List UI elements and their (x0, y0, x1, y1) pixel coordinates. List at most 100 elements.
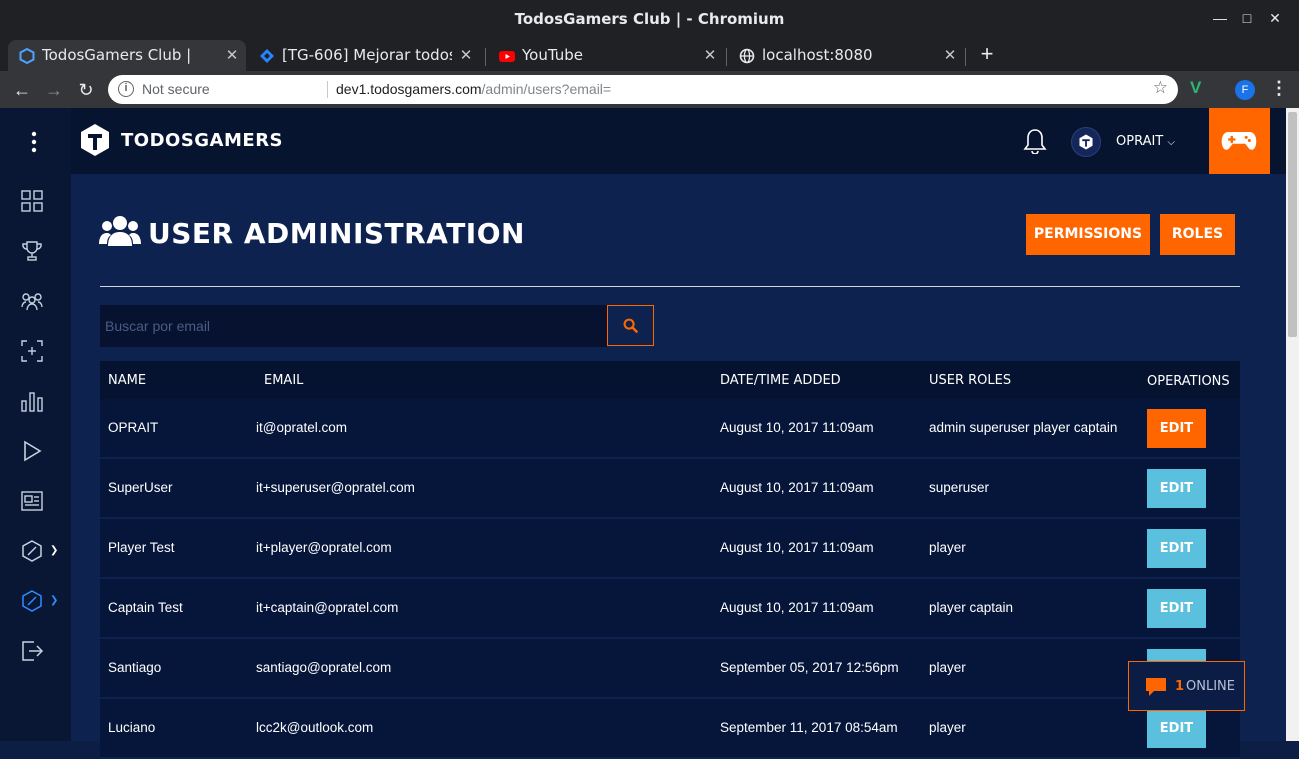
online-users-widget[interactable]: 1 ONLINE (1128, 661, 1245, 711)
main-content: USER ADMINISTRATION PERMISSIONS ROLES NA… (71, 174, 1286, 759)
chevron-down-icon: ⌵ (1167, 137, 1175, 148)
game-controller-button[interactable] (1209, 108, 1270, 174)
minimize-button[interactable]: — (1210, 8, 1230, 28)
user-roles: player (929, 720, 966, 735)
logout-icon[interactable] (20, 639, 46, 665)
close-tab-icon[interactable]: ✕ (942, 40, 958, 71)
close-window-button[interactable]: ✕ (1265, 8, 1285, 28)
chevron-down-icon[interactable]: ❯ (50, 545, 58, 556)
user-date-added: August 10, 2017 11:09am (720, 420, 874, 435)
tab-separator (726, 48, 727, 66)
close-tab-icon[interactable]: ✕ (702, 40, 718, 71)
user-roles: admin superuser player captain (929, 420, 1118, 435)
admin-tool-active-icon[interactable] (20, 589, 46, 615)
search-button[interactable] (607, 305, 654, 346)
stats-bars-icon[interactable] (20, 389, 46, 415)
user-name: Santiago (108, 660, 162, 675)
email-search-input[interactable] (100, 305, 607, 347)
user-date-added: August 10, 2017 11:09am (720, 540, 874, 555)
forward-button[interactable]: → (43, 79, 65, 101)
bookmark-star-icon[interactable]: ☆ (1153, 78, 1168, 98)
column-header-email: EMAIL (264, 373, 304, 388)
url-host: dev1.todosgamers.com (336, 81, 482, 97)
tab-label: localhost:8080 (762, 46, 873, 64)
profile-avatar[interactable]: F (1235, 80, 1255, 100)
edit-button[interactable]: EDIT (1147, 589, 1206, 628)
user-date-added: September 05, 2017 12:56pm (720, 660, 899, 675)
column-header-date: DATE/TIME ADDED (720, 373, 841, 388)
edit-button[interactable]: EDIT (1147, 709, 1206, 748)
user-date-added: September 11, 2017 08:54am (720, 720, 898, 735)
menu-dots-icon[interactable] (22, 130, 48, 156)
online-count: 1 (1175, 679, 1185, 694)
reload-button[interactable]: ↻ (75, 79, 97, 101)
user-email: it+player@opratel.com (256, 540, 392, 555)
title-divider (100, 286, 1240, 287)
user-name: Luciano (108, 720, 156, 735)
roles-button[interactable]: ROLES (1160, 214, 1235, 255)
tab-youtube[interactable]: YouTube ✕ (488, 40, 724, 71)
user-roles: superuser (929, 480, 990, 495)
user-roles: player (929, 660, 966, 675)
notifications-bell-icon[interactable] (1023, 128, 1047, 154)
tab-jira[interactable]: [TG-606] Mejorar todos los ✕ (248, 40, 480, 71)
scrollbar-thumb[interactable] (1288, 112, 1297, 337)
dashboard-grid-icon[interactable] (20, 189, 46, 215)
close-tab-icon[interactable]: ✕ (458, 40, 474, 71)
user-menu[interactable]: OPRAIT ⌵ (1116, 134, 1175, 149)
edit-button[interactable]: EDIT (1147, 409, 1206, 448)
tab-strip: TodosGamers Club | ✕ [TG-606] Mejorar to… (0, 37, 1299, 71)
page-title: USER ADMINISTRATION (148, 217, 525, 250)
add-frame-icon[interactable] (20, 339, 46, 365)
news-icon[interactable] (20, 489, 46, 515)
browser-toolbar: ← → ↻ i Not secure dev1.todosgamers.com/… (0, 71, 1299, 108)
todosgamers-favicon (19, 48, 35, 64)
app-header: TODOSGAMERS OPRAIT ⌵ (71, 108, 1286, 174)
users-icon (99, 216, 141, 246)
user-name: OPRAIT (108, 420, 159, 435)
user-name: SuperUser (108, 480, 173, 495)
tab-label: [TG-606] Mejorar todos los (282, 46, 452, 64)
column-header-roles: USER ROLES (929, 373, 1012, 388)
user-email: lcc2k@outlook.com (256, 720, 374, 735)
close-tab-icon[interactable]: ✕ (224, 40, 240, 71)
tab-separator (485, 48, 486, 66)
youtube-favicon (499, 51, 515, 62)
admin-tool-icon[interactable] (20, 539, 46, 565)
tab-localhost[interactable]: localhost:8080 ✕ (728, 40, 964, 71)
vue-devtools-extension-icon[interactable]: V (1190, 78, 1201, 98)
user-roles: player (929, 540, 966, 555)
chevron-down-icon[interactable]: ❯ (50, 595, 58, 606)
user-avatar[interactable] (1071, 127, 1101, 157)
brand-name[interactable]: TODOSGAMERS (121, 130, 283, 151)
table-row: Santiago santiago@opratel.com September … (100, 639, 1240, 699)
user-email: santiago@opratel.com (256, 660, 392, 675)
play-icon[interactable] (20, 439, 46, 465)
url-text: dev1.todosgamers.com/admin/users?email= (336, 81, 611, 97)
trophy-icon[interactable] (20, 239, 46, 265)
table-row: Luciano lcc2k@outlook.com September 11, … (100, 699, 1240, 759)
search-icon (623, 318, 638, 333)
tab-todosgamers[interactable]: TodosGamers Club | ✕ (8, 40, 246, 71)
table-row: OPRAIT it@opratel.com August 10, 2017 11… (100, 399, 1240, 459)
user-date-added: August 10, 2017 11:09am (720, 600, 874, 615)
tab-label: TodosGamers Club | (42, 46, 192, 64)
community-icon[interactable] (20, 289, 46, 315)
edit-button[interactable]: EDIT (1147, 469, 1206, 508)
user-email: it@opratel.com (256, 420, 347, 435)
permissions-button[interactable]: PERMISSIONS (1026, 214, 1150, 255)
online-label: ONLINE (1186, 679, 1235, 694)
back-button[interactable]: ← (11, 79, 33, 101)
maximize-button[interactable]: □ (1237, 8, 1257, 28)
username-label: OPRAIT (1116, 134, 1164, 149)
new-tab-button[interactable]: + (976, 40, 998, 68)
column-header-name: NAME (108, 373, 147, 388)
chrome-menu-icon[interactable]: ⋮ (1270, 78, 1288, 99)
user-date-added: August 10, 2017 11:09am (720, 480, 874, 495)
window-titlebar: TodosGamers Club | - Chromium — □ ✕ (0, 0, 1299, 37)
address-bar[interactable]: i Not secure dev1.todosgamers.com/admin/… (108, 75, 1178, 104)
info-icon[interactable]: i (118, 81, 134, 97)
edit-button[interactable]: EDIT (1147, 529, 1206, 568)
todosgamers-logo-icon[interactable] (80, 123, 110, 157)
app-sidebar: ❯ ❯ (0, 108, 71, 741)
